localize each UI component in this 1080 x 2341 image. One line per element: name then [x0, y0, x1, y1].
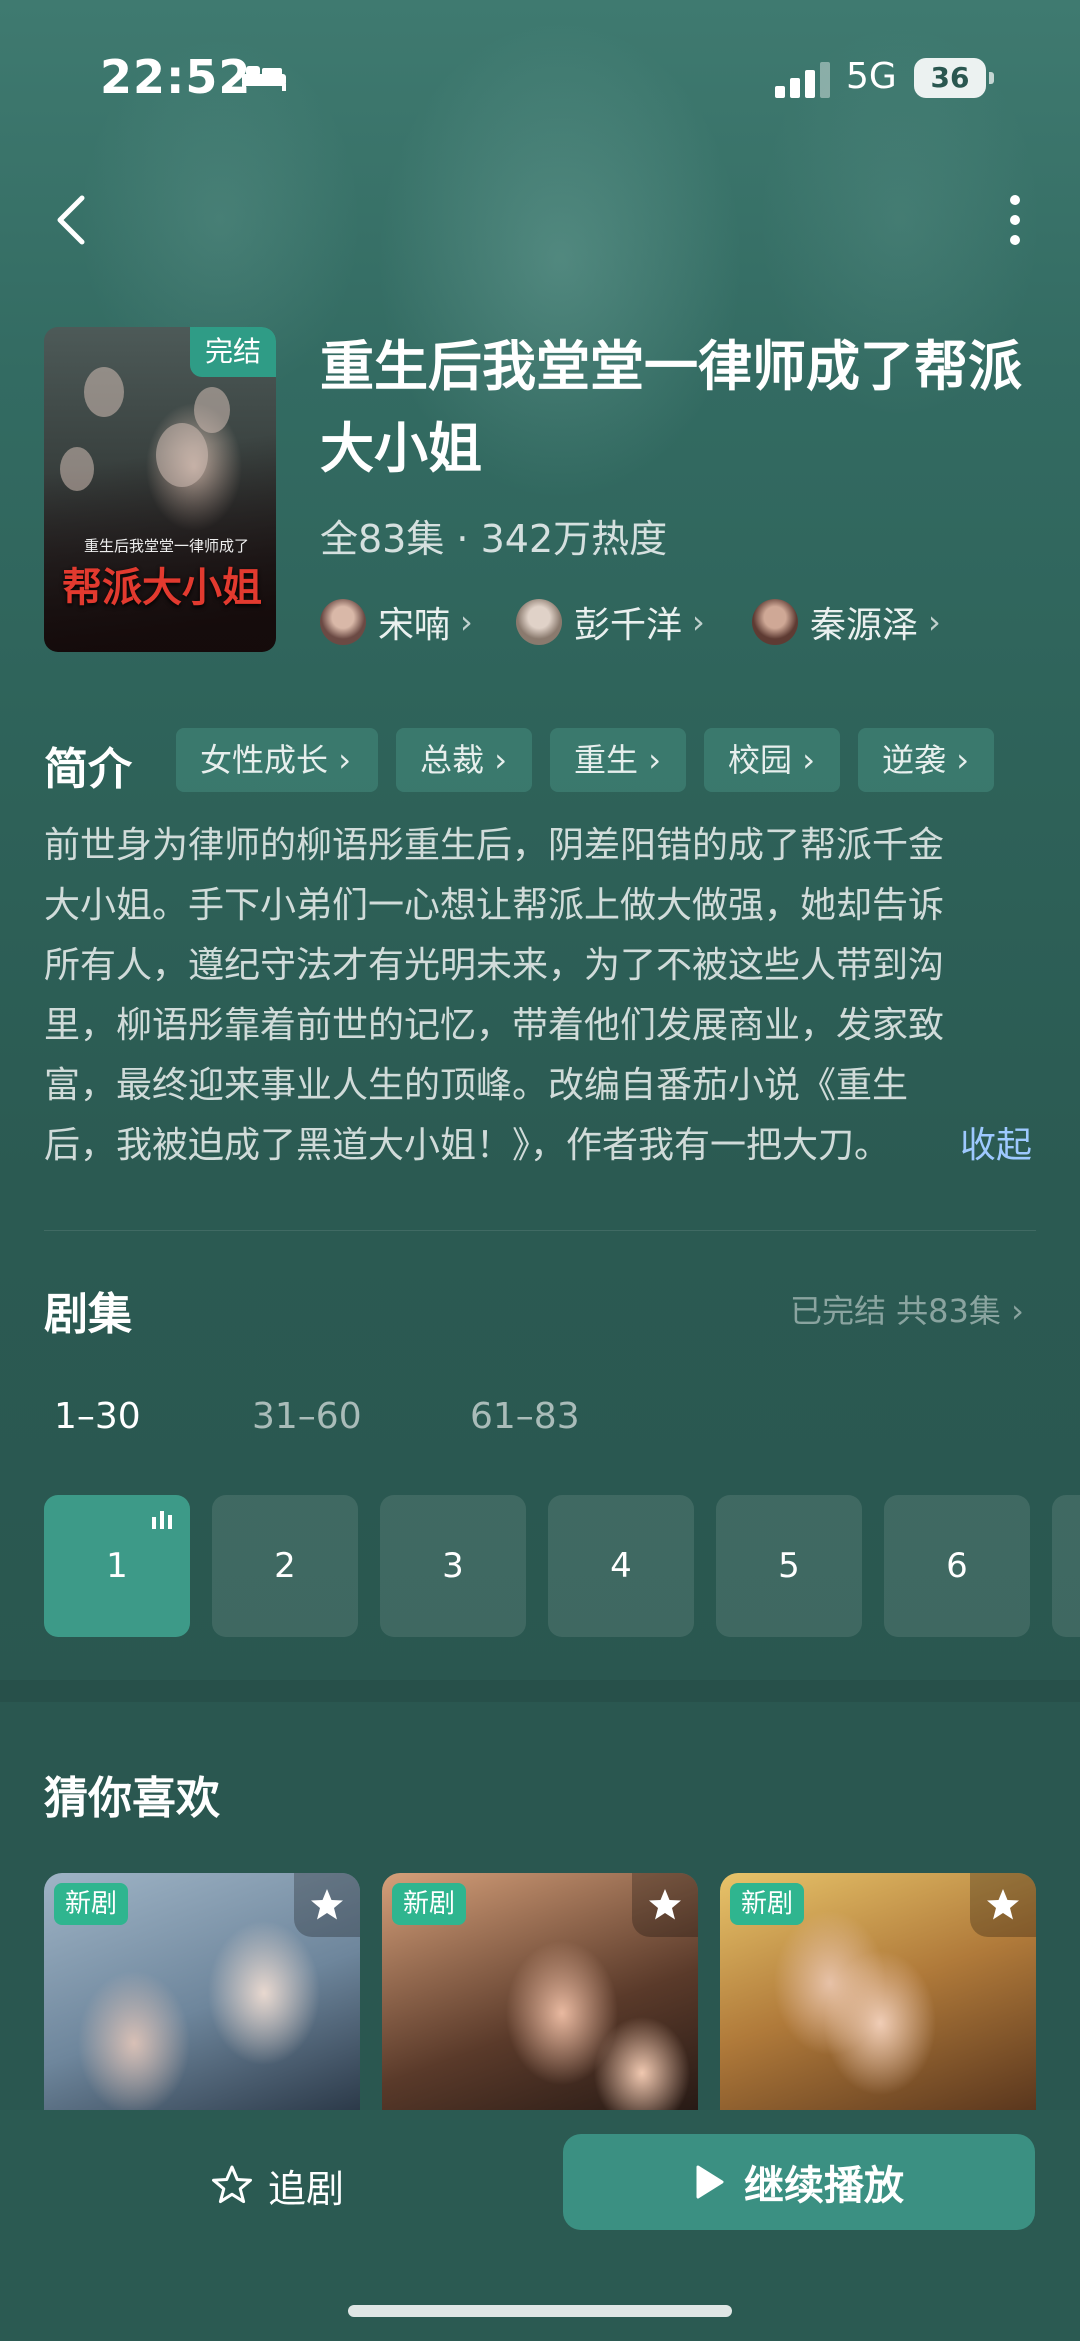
chevron-right-icon: ›	[692, 603, 705, 641]
drama-meta: 全83集 · 342万热度	[320, 517, 668, 561]
chevron-right-icon: ›	[460, 603, 473, 641]
battery-tip	[989, 72, 994, 84]
recommend-card[interactable]: 新剧	[720, 1873, 1036, 2143]
cast-avatar	[320, 599, 366, 645]
star-outline-icon	[212, 2165, 252, 2204]
cast-avatar	[752, 599, 798, 645]
follow-label: 追剧	[268, 2166, 345, 2211]
episodes-status: 已完结 共83集	[790, 1292, 1001, 1330]
star-icon	[649, 1889, 681, 1920]
drama-poster[interactable]: 重生后我堂堂一律师成了 帮派大小姐 完结	[44, 327, 276, 652]
recommend-card[interactable]: 新剧	[44, 1873, 360, 2143]
episode-number: 2	[274, 1546, 296, 1586]
episode-button-partial[interactable]	[1052, 1495, 1080, 1637]
description-line: 后，我被迫成了黑道大小姐！》，作者我有一把大刀。	[44, 1125, 891, 1166]
star-icon	[311, 1889, 343, 1920]
home-indicator	[348, 2305, 732, 2317]
poster-subtitle: 重生后我堂堂一律师成了	[84, 537, 250, 555]
cast-item[interactable]: 宋喃 ›	[320, 596, 473, 648]
poster-figure	[194, 387, 230, 433]
drama-title: 重生后我堂堂一律师成了帮派大小姐	[320, 335, 1022, 480]
play-icon	[696, 2165, 724, 2199]
network-type: 5G	[846, 56, 897, 97]
description-line: 里，柳语彤靠着前世的记忆，带着他们发展商业，发家致	[44, 1005, 945, 1046]
play-label: 继续播放	[744, 2163, 904, 2209]
description-line: 大小姐。手下小弟们一心想让帮派上做大做强，她却告诉	[44, 885, 945, 926]
completed-badge: 完结	[190, 327, 276, 377]
divider	[44, 1230, 1036, 1231]
episode-button[interactable]: 1	[44, 1495, 190, 1637]
battery-icon: 36	[914, 58, 986, 98]
episode-button[interactable]: 2	[212, 1495, 358, 1637]
episode-button[interactable]: 4	[548, 1495, 694, 1637]
recommend-heading: 猜你喜欢	[44, 1773, 220, 1824]
intro-heading: 简介	[44, 744, 132, 795]
episode-number: 4	[610, 1546, 632, 1586]
section-separator	[0, 1680, 1080, 1702]
description-line: 前世身为律师的柳语彤重生后，阴差阳错的成了帮派千金	[44, 825, 945, 866]
cast-name: 秦源泽	[810, 605, 919, 646]
tag-chip[interactable]: 校园 ›	[704, 728, 840, 792]
episode-button[interactable]: 6	[884, 1495, 1030, 1637]
tag-chip[interactable]: 逆袭 ›	[858, 728, 994, 792]
episode-button[interactable]: 3	[380, 1495, 526, 1637]
status-time: 22:52	[100, 50, 252, 104]
new-badge: 新剧	[730, 1883, 804, 1925]
star-icon	[987, 1889, 1019, 1920]
tag-label: 女性成长	[200, 741, 329, 779]
intro-description: 前世身为律师的柳语彤重生后，阴差阳错的成了帮派千金 大小姐。手下小弟们一心想让帮…	[44, 816, 1044, 1176]
poster-figure	[60, 447, 94, 491]
sleep-focus-icon	[242, 66, 286, 91]
collapse-link[interactable]: 收起	[960, 1116, 1032, 1176]
poster-figure	[156, 423, 208, 487]
cast-item[interactable]: 秦源泽 ›	[752, 596, 941, 648]
episode-range-tab[interactable]: 61–83	[470, 1396, 580, 1437]
now-playing-icon	[152, 1511, 172, 1529]
poster-figure	[84, 367, 124, 417]
favorite-button[interactable]	[632, 1873, 698, 1937]
tag-chip[interactable]: 女性成长 ›	[176, 728, 378, 792]
continue-play-button[interactable]: 继续播放	[563, 2134, 1035, 2230]
tag-label: 重生	[574, 741, 639, 779]
episode-number: 1	[106, 1546, 128, 1586]
episode-range-tab[interactable]: 31–60	[252, 1396, 362, 1437]
episode-number: 5	[778, 1546, 800, 1586]
back-icon[interactable]	[48, 190, 96, 250]
cast-name: 宋喃	[378, 605, 451, 646]
follow-button[interactable]: 追剧	[210, 2150, 344, 2220]
cast-item[interactable]: 彭千洋 ›	[516, 596, 705, 648]
cast-avatar	[516, 599, 562, 645]
favorite-button[interactable]	[294, 1873, 360, 1937]
tag-label: 校园	[728, 741, 793, 779]
episode-range-tab[interactable]: 1–30	[54, 1396, 141, 1437]
episode-number: 6	[946, 1546, 968, 1586]
cellular-signal-icon	[775, 62, 830, 98]
new-badge: 新剧	[392, 1883, 466, 1925]
poster-title: 帮派大小姐	[62, 564, 262, 611]
episode-number: 3	[442, 1546, 464, 1586]
episodes-heading: 剧集	[44, 1289, 132, 1340]
cast-name: 彭千洋	[574, 605, 683, 646]
recommend-card[interactable]: 新剧	[382, 1873, 698, 2143]
tag-label: 总裁	[420, 741, 485, 779]
description-line: 所有人，遵纪守法才有光明未来，为了不被这些人带到沟	[44, 945, 945, 986]
tag-chip[interactable]: 重生 ›	[550, 728, 686, 792]
description-line: 富，最终迎来事业人生的顶峰。改编自番茄小说《重生	[44, 1065, 909, 1106]
episodes-status-link[interactable]: 已完结 共83集 ›	[790, 1286, 1024, 1332]
episode-button[interactable]: 5	[716, 1495, 862, 1637]
new-badge: 新剧	[54, 1883, 128, 1925]
tag-chip[interactable]: 总裁 ›	[396, 728, 532, 792]
favorite-button[interactable]	[970, 1873, 1036, 1937]
chevron-right-icon: ›	[928, 603, 941, 641]
tag-label: 逆袭	[882, 741, 947, 779]
more-icon[interactable]	[1000, 190, 1030, 250]
